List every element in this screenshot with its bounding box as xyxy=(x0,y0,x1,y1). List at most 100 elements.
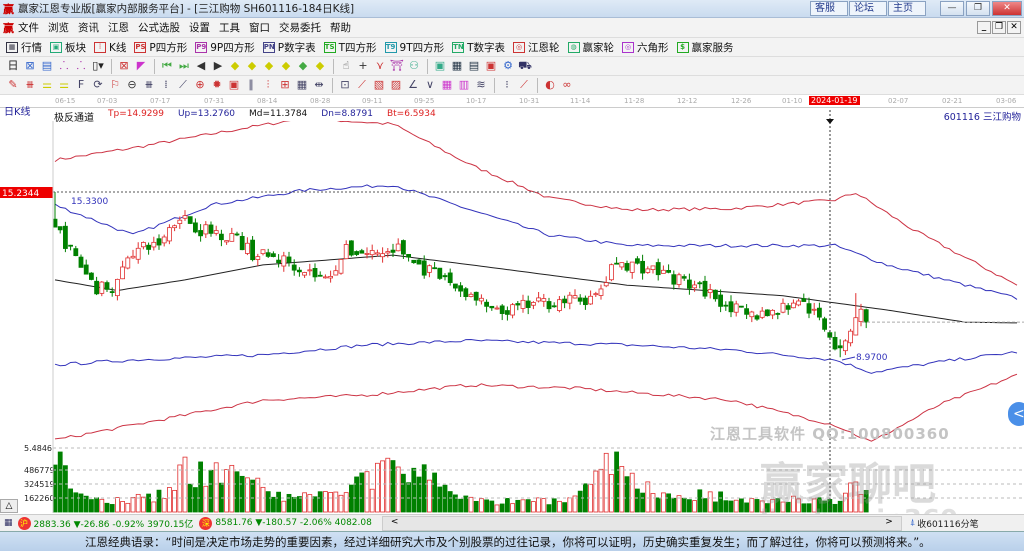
candle xyxy=(598,288,604,296)
volume-bar xyxy=(57,451,63,513)
watermark-text: 江恩工具软件 QQ:100800360 xyxy=(710,425,950,443)
candle xyxy=(369,250,375,256)
volume-bar xyxy=(702,498,708,513)
candle xyxy=(395,243,401,252)
candle xyxy=(593,293,599,296)
volume-bar xyxy=(541,498,547,513)
candle xyxy=(666,270,671,273)
volume-toggle-button[interactable]: △ xyxy=(0,499,18,513)
candle xyxy=(312,267,318,278)
volume-bar xyxy=(73,492,79,513)
volume-bar xyxy=(603,452,609,513)
indicator-name: 极反通道 xyxy=(54,113,94,124)
side-panel-toggle-button[interactable]: < xyxy=(1008,402,1024,426)
volume-bar xyxy=(276,491,282,513)
candle xyxy=(765,309,770,317)
candle xyxy=(411,259,417,264)
candle xyxy=(770,309,775,316)
candle xyxy=(380,253,386,258)
volume-bar xyxy=(192,487,198,513)
volume-bar xyxy=(619,466,625,513)
candle xyxy=(125,257,131,269)
volume-bar xyxy=(437,486,443,513)
volume-bar xyxy=(359,472,365,513)
candle xyxy=(494,307,500,310)
candle xyxy=(57,226,63,231)
candle xyxy=(432,267,438,270)
candle xyxy=(713,289,718,300)
volume-bar xyxy=(400,473,406,513)
volume-bar xyxy=(198,461,204,513)
volume-bar xyxy=(63,465,68,513)
candle xyxy=(140,242,146,248)
candle xyxy=(588,295,593,305)
volume-bar xyxy=(333,491,339,513)
volume-bar xyxy=(224,469,230,513)
candle xyxy=(504,310,510,315)
volume-bar xyxy=(432,472,438,513)
volume-bar xyxy=(744,502,749,513)
shenzhen-index[interactable]: 8581.76 ▼-180.57 -2.06% 4082.08 xyxy=(215,518,372,528)
candle xyxy=(276,259,282,264)
candle xyxy=(390,249,396,253)
candle xyxy=(463,288,469,297)
grid-icon[interactable]: ▦ xyxy=(4,518,13,528)
candle xyxy=(146,244,152,250)
candle xyxy=(525,300,531,308)
candle xyxy=(192,222,198,233)
candle xyxy=(739,305,744,308)
volume-bar xyxy=(687,499,692,513)
candle xyxy=(442,275,448,278)
volume-axis-label: 486779 xyxy=(24,466,55,475)
volume-bar xyxy=(728,500,734,513)
candle xyxy=(322,276,328,279)
candle xyxy=(187,216,193,224)
volume-bar xyxy=(655,497,661,513)
volume-bar xyxy=(99,498,105,513)
candle xyxy=(697,282,703,285)
volume-axis-label: 5.4846 xyxy=(24,444,52,453)
candle xyxy=(63,225,68,249)
candle xyxy=(250,239,256,261)
volume-bar xyxy=(385,457,391,513)
volume-bar xyxy=(317,491,323,513)
volume-bar xyxy=(754,499,760,513)
indicator-header: 极反通道 Tp=14.9299 Up=13.2760 Md=11.3784 Dn… xyxy=(54,109,436,124)
volume-bar xyxy=(567,497,573,513)
candle xyxy=(822,318,827,330)
volume-bar xyxy=(406,482,412,513)
price-marker: 15.2344 xyxy=(2,189,39,199)
horizontal-scrollbar[interactable]: < > xyxy=(381,515,902,531)
volume-bar xyxy=(447,491,453,513)
volume-bar xyxy=(265,491,271,513)
volume-bar xyxy=(109,504,115,513)
volume-bar xyxy=(421,464,427,513)
volume-bar xyxy=(281,500,287,513)
volume-bar xyxy=(203,485,209,513)
volume-bar xyxy=(354,476,360,513)
candle xyxy=(239,236,245,251)
volume-bar xyxy=(322,491,328,513)
candle xyxy=(89,272,94,280)
shanghai-index[interactable]: 2883.36 ▼-26.86 -0.92% 3970.15亿 xyxy=(34,517,194,530)
tick-detail-link[interactable]: 收601116分笔 xyxy=(917,517,978,530)
candle xyxy=(458,285,464,292)
candle xyxy=(156,238,162,246)
volume-bar xyxy=(250,479,256,513)
candle xyxy=(707,289,713,294)
candle xyxy=(546,301,552,310)
candle xyxy=(421,260,427,276)
volume-bar xyxy=(697,489,703,513)
scroll-left-button[interactable]: < xyxy=(391,517,399,530)
candle xyxy=(796,300,801,306)
scroll-right-button[interactable]: > xyxy=(885,517,893,530)
volume-axis-label: 324519 xyxy=(24,480,55,489)
volume-bar xyxy=(531,501,536,513)
candle xyxy=(307,269,313,272)
volume-bar xyxy=(94,497,99,513)
candle xyxy=(759,310,765,318)
volume-bar xyxy=(229,464,235,513)
candle xyxy=(557,299,562,311)
candle xyxy=(619,262,625,268)
candle xyxy=(359,250,365,254)
